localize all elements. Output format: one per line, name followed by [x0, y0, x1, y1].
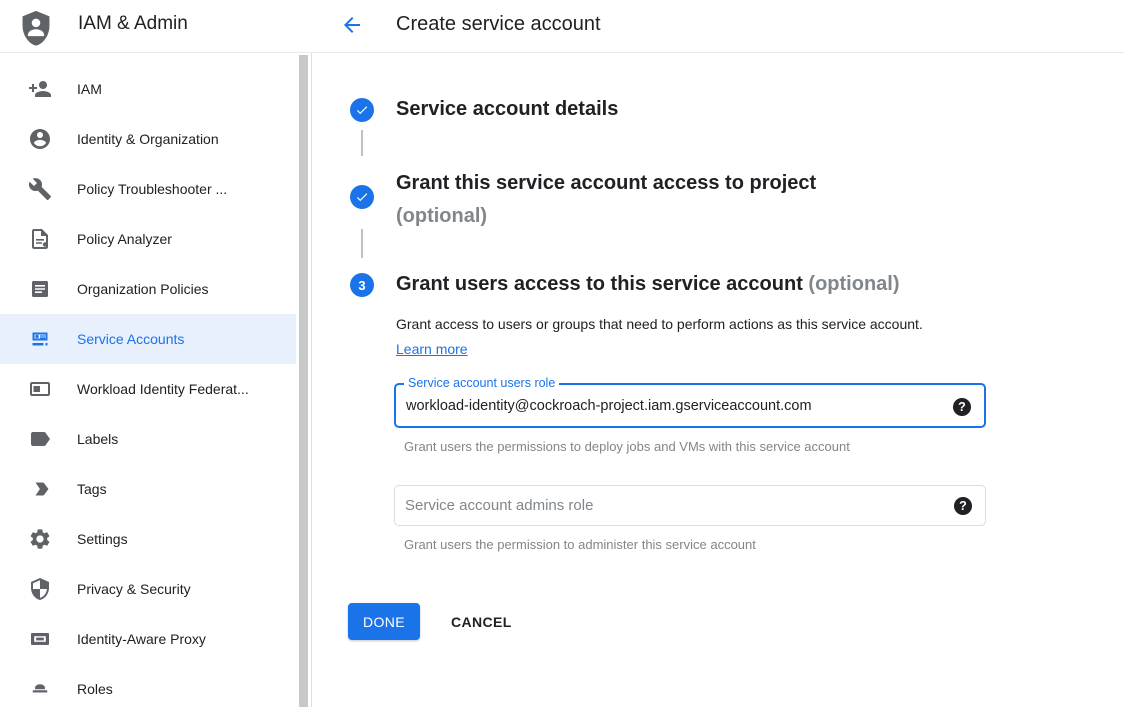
page-title: Create service account [396, 13, 601, 36]
admins-role-helper-text: Grant users the permission to administer… [404, 537, 756, 552]
step2-check-icon[interactable] [350, 185, 374, 209]
hat-icon [28, 677, 52, 701]
policy-analyzer-icon [28, 227, 52, 251]
tag-icon [28, 477, 52, 501]
help-icon[interactable]: ? [954, 497, 972, 515]
users-role-label: Service account users role [404, 376, 559, 390]
sidebar-item-label: IAM [77, 81, 102, 97]
sidebar-item-roles[interactable]: Roles [0, 664, 296, 707]
step3-title-text: Grant users access to this service accou… [396, 273, 803, 295]
sidebar-item-label: Labels [77, 431, 118, 447]
sidebar-item-label: Settings [77, 531, 128, 547]
sidebar-item-label: Privacy & Security [77, 581, 191, 597]
sidebar-item-workload-identity-federation[interactable]: Workload Identity Federat... [0, 364, 296, 414]
help-icon[interactable]: ? [953, 398, 971, 416]
step1-title[interactable]: Service account details [396, 98, 618, 121]
cancel-button[interactable]: CANCEL [441, 603, 522, 640]
sidebar-item-label: Service Accounts [77, 331, 184, 347]
product-title: IAM & Admin [78, 13, 188, 35]
workload-identity-icon [28, 377, 52, 401]
top-header: IAM & Admin Create service account [0, 0, 1124, 53]
step3-optional-text: (optional) [808, 273, 899, 295]
iam-shield-logo-icon [17, 8, 55, 46]
sidebar-item-label: Policy Troubleshooter ... [77, 181, 227, 197]
service-account-admins-role-field[interactable]: ? [394, 485, 986, 526]
sidebar-item-label: Policy Analyzer [77, 231, 172, 247]
sidebar-item-policy-troubleshooter[interactable]: Policy Troubleshooter ... [0, 164, 296, 214]
step3-title: Grant users access to this service accou… [396, 273, 900, 296]
step2-title[interactable]: Grant this service account access to pro… [396, 167, 816, 233]
sidebar-item-service-accounts[interactable]: Service Accounts [0, 314, 296, 364]
service-account-users-role-field[interactable]: Service account users role ? [394, 383, 986, 428]
sidebar-item-organization-policies[interactable]: Organization Policies [0, 264, 296, 314]
sidebar-item-policy-analyzer[interactable]: Policy Analyzer [0, 214, 296, 264]
gear-icon [28, 527, 52, 551]
admins-role-input[interactable] [395, 486, 915, 525]
sidebar-item-settings[interactable]: Settings [0, 514, 296, 564]
sidebar-item-label: Organization Policies [77, 281, 209, 297]
sidebar-item-label: Workload Identity Federat... [77, 381, 249, 397]
sidebar-nav: IAM Identity & Organization Policy Troub… [0, 53, 312, 707]
account-circle-icon [28, 127, 52, 151]
stepper-connector [361, 229, 363, 258]
step1-check-icon[interactable] [350, 98, 374, 122]
step2-optional-text: (optional) [396, 200, 816, 233]
sidebar-item-privacy-security[interactable]: Privacy & Security [0, 564, 296, 614]
org-policies-icon [28, 277, 52, 301]
service-account-icon [28, 327, 52, 351]
description-text: Grant access to users or groups that nee… [396, 316, 923, 332]
sidebar-item-identity-organization[interactable]: Identity & Organization [0, 114, 296, 164]
sidebar-item-label: Tags [77, 481, 107, 497]
person-add-icon [28, 77, 52, 101]
wrench-icon [28, 177, 52, 201]
sidebar-item-labels[interactable]: Labels [0, 414, 296, 464]
back-arrow-icon[interactable] [339, 13, 365, 39]
learn-more-link[interactable]: Learn more [396, 341, 468, 357]
sidebar-item-tags[interactable]: Tags [0, 464, 296, 514]
step3-number: 3 [358, 278, 365, 293]
sidebar-item-iam[interactable]: IAM [0, 64, 296, 114]
sidebar-item-label: Identity & Organization [77, 131, 219, 147]
users-role-input[interactable] [396, 385, 916, 426]
sidebar-item-identity-aware-proxy[interactable]: Identity-Aware Proxy [0, 614, 296, 664]
stepper-connector [361, 130, 363, 156]
sidebar-scrollbar[interactable] [299, 55, 308, 707]
sidebar-item-label: Identity-Aware Proxy [77, 631, 206, 647]
sidebar-item-label: Roles [77, 681, 113, 697]
step2-title-text: Grant this service account access to pro… [396, 167, 816, 200]
step3-description: Grant access to users or groups that nee… [396, 312, 961, 362]
iam-admin-page: IAM & Admin Create service account IAM I… [0, 0, 1124, 707]
users-role-helper-text: Grant users the permissions to deploy jo… [404, 439, 850, 454]
shield-icon [28, 577, 52, 601]
done-button[interactable]: DONE [348, 603, 420, 640]
proxy-icon [28, 627, 52, 651]
label-icon [28, 427, 52, 451]
step3-number-badge: 3 [350, 273, 374, 297]
